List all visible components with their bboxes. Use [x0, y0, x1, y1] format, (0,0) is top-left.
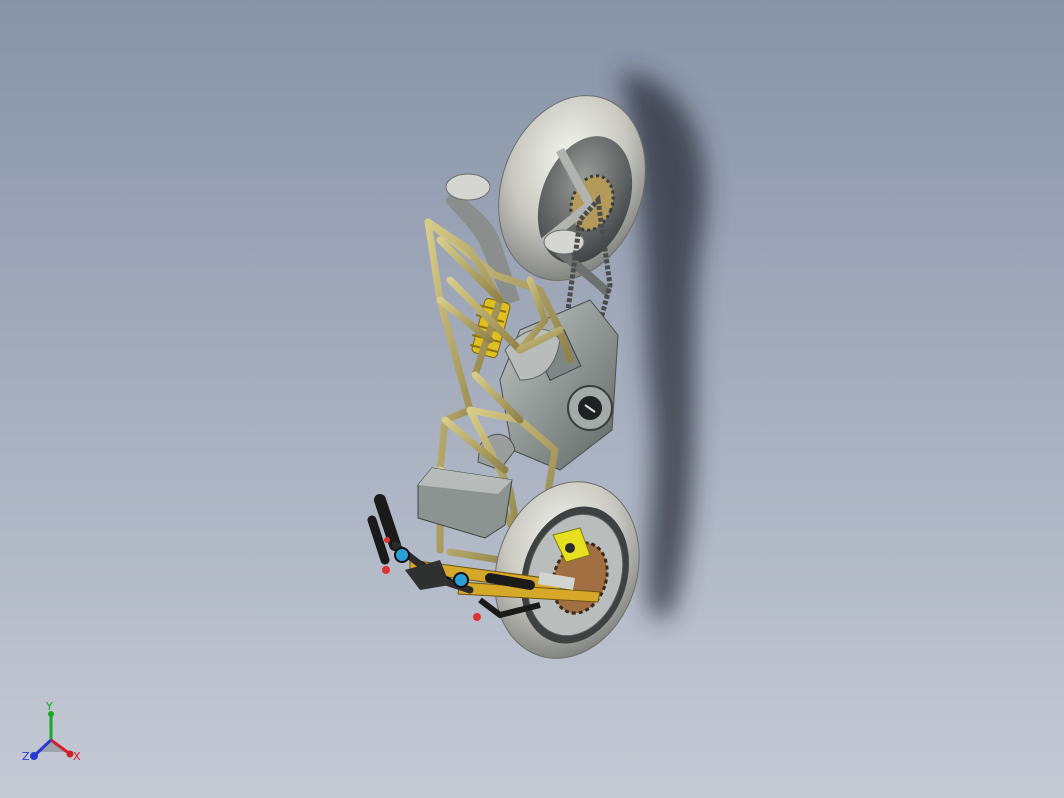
z-axis-tip: [30, 752, 38, 760]
3d-model-viewport[interactable]: Y X Z: [0, 0, 1064, 798]
airbox: [417, 467, 513, 539]
x-axis-label: X: [73, 750, 81, 763]
z-axis-label: Z: [22, 750, 30, 763]
y-axis-label: Y: [46, 700, 53, 713]
coordinate-axis-triad-icon: Y X Z: [18, 700, 88, 770]
motorcycle-chassis-3d-model[interactable]: [0, 0, 1064, 798]
